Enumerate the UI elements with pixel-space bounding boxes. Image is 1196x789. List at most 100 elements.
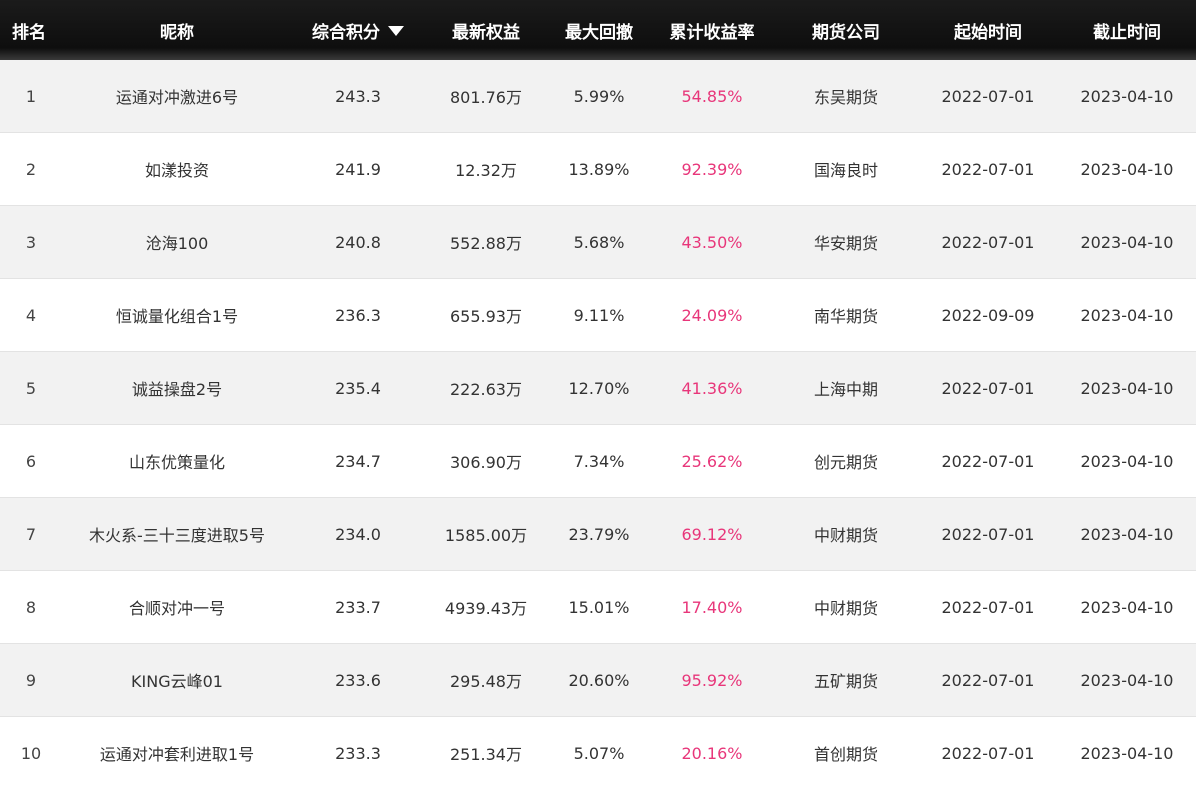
cell-equity: 222.63万 bbox=[450, 380, 522, 399]
table-row[interactable]: 9 KING云峰01 233.6 295.48万 20.60% 95.92% 五矿期货 202… bbox=[0, 644, 1196, 717]
cell-score: 233.6 bbox=[335, 670, 381, 690]
cell-return: 54.85% bbox=[681, 86, 743, 106]
cell-nickname[interactable]: 合顺对冲一号 bbox=[62, 595, 292, 619]
cell-rank: 3 bbox=[25, 232, 37, 252]
table-body: 1 运通对冲激进6号 243.3 801.76万 5.99% 54.85% 东吴期货 2022… bbox=[0, 60, 1196, 789]
cell-rank: 6 bbox=[25, 451, 37, 471]
table-row[interactable]: 5 诚益操盘2号 235.4 222.63万 12.70% 41.36% 上海中期 2022-… bbox=[0, 352, 1196, 425]
cell-score: 241.9 bbox=[335, 159, 381, 179]
cell-end-date: 2023-04-10 bbox=[1080, 451, 1174, 471]
table-header: 排名 昵称 综合积分 最新权益 最大回撤 累计收益率 期货公司 起始时间 截止时… bbox=[0, 0, 1196, 60]
cell-company: 首创期货 bbox=[813, 745, 878, 764]
cell-score: 233.3 bbox=[335, 743, 381, 763]
cell-nickname[interactable]: 运通对冲套利进取1号 bbox=[62, 741, 292, 765]
cell-company: 中财期货 bbox=[813, 599, 878, 618]
cell-drawdown: 9.11% bbox=[573, 305, 625, 325]
nickname-text[interactable]: KING云峰01 bbox=[131, 668, 223, 692]
cell-return: 69.12% bbox=[681, 524, 743, 544]
header-start[interactable]: 起始时间 bbox=[918, 18, 1058, 43]
cell-start-date: 2022-07-01 bbox=[941, 86, 1035, 106]
cell-end-date: 2023-04-10 bbox=[1080, 86, 1174, 106]
table-row[interactable]: 8 合顺对冲一号 233.7 4939.43万 15.01% 17.40% 中财期货 2022… bbox=[0, 571, 1196, 644]
nickname-text[interactable]: 山东优策量化 bbox=[129, 449, 225, 473]
cell-end-date: 2023-04-10 bbox=[1080, 305, 1174, 325]
header-score-label: 综合积分 bbox=[312, 22, 380, 43]
cell-score: 240.8 bbox=[335, 232, 381, 252]
cell-drawdown: 15.01% bbox=[568, 597, 630, 617]
cell-company: 国海良时 bbox=[813, 161, 878, 180]
cell-rank: 4 bbox=[25, 305, 37, 325]
table-row[interactable]: 10 运通对冲套利进取1号 233.3 251.34万 5.07% 20.16% 首创期货 2… bbox=[0, 717, 1196, 789]
table-row[interactable]: 2 如漾投资 241.9 12.32万 13.89% 92.39% 国海良时 2022-07-… bbox=[0, 133, 1196, 206]
cell-end-date: 2023-04-10 bbox=[1080, 524, 1174, 544]
cell-start-date: 2022-09-09 bbox=[941, 305, 1035, 325]
cell-drawdown: 20.60% bbox=[568, 670, 630, 690]
cell-equity: 1585.00万 bbox=[444, 526, 528, 545]
cell-start-date: 2022-07-01 bbox=[941, 597, 1035, 617]
table-row[interactable]: 4 恒诚量化组合1号 236.3 655.93万 9.11% 24.09% 南华期货 2022… bbox=[0, 279, 1196, 352]
cell-score: 233.7 bbox=[335, 597, 381, 617]
cell-return: 17.40% bbox=[681, 597, 743, 617]
header-nickname[interactable]: 昵称 bbox=[62, 18, 292, 43]
cell-score: 234.7 bbox=[335, 451, 381, 471]
cell-drawdown: 5.68% bbox=[573, 232, 625, 252]
cell-start-date: 2022-07-01 bbox=[941, 524, 1035, 544]
cell-nickname[interactable]: 诚益操盘2号 bbox=[62, 376, 292, 400]
nickname-text[interactable]: 诚益操盘2号 bbox=[132, 376, 222, 400]
cell-score: 235.4 bbox=[335, 378, 381, 398]
cell-rank: 7 bbox=[25, 524, 37, 544]
cell-nickname[interactable]: KING云峰01 bbox=[62, 668, 292, 692]
nickname-text[interactable]: 木火系-三十三度进取5号 bbox=[89, 522, 265, 546]
header-rank[interactable]: 排名 bbox=[0, 18, 62, 43]
nickname-text[interactable]: 合顺对冲一号 bbox=[129, 595, 225, 619]
header-drawdown[interactable]: 最大回撤 bbox=[548, 18, 650, 43]
cell-equity: 552.88万 bbox=[450, 234, 522, 253]
cell-return: 92.39% bbox=[681, 159, 743, 179]
cell-start-date: 2022-07-01 bbox=[941, 232, 1035, 252]
table-row[interactable]: 3 沧海100 240.8 552.88万 5.68% 43.50% 华安期货 2022-07… bbox=[0, 206, 1196, 279]
header-return[interactable]: 累计收益率 bbox=[650, 18, 774, 43]
cell-nickname[interactable]: 木火系-三十三度进取5号 bbox=[62, 522, 292, 546]
cell-equity: 306.90万 bbox=[450, 453, 522, 472]
cell-company: 创元期货 bbox=[813, 453, 878, 472]
cell-end-date: 2023-04-10 bbox=[1080, 232, 1174, 252]
cell-equity: 295.48万 bbox=[450, 672, 522, 691]
cell-rank: 5 bbox=[25, 378, 37, 398]
cell-return: 41.36% bbox=[681, 378, 743, 398]
header-end[interactable]: 截止时间 bbox=[1058, 18, 1196, 43]
nickname-text[interactable]: 如漾投资 bbox=[145, 157, 209, 181]
nickname-text[interactable]: 恒诚量化组合1号 bbox=[116, 303, 238, 327]
cell-rank: 8 bbox=[25, 597, 37, 617]
cell-company: 五矿期货 bbox=[813, 672, 878, 691]
cell-drawdown: 5.07% bbox=[573, 743, 625, 763]
nickname-text[interactable]: 运通对冲激进6号 bbox=[116, 84, 238, 108]
table-row[interactable]: 6 山东优策量化 234.7 306.90万 7.34% 25.62% 创元期货 2022-0… bbox=[0, 425, 1196, 498]
nickname-text[interactable]: 运通对冲套利进取1号 bbox=[100, 741, 254, 765]
cell-nickname[interactable]: 恒诚量化组合1号 bbox=[62, 303, 292, 327]
cell-rank: 10 bbox=[20, 743, 42, 763]
header-equity[interactable]: 最新权益 bbox=[424, 18, 548, 43]
nickname-text[interactable]: 沧海100 bbox=[146, 230, 209, 254]
sort-desc-icon[interactable] bbox=[388, 26, 404, 36]
header-score[interactable]: 综合积分 bbox=[292, 18, 424, 43]
cell-end-date: 2023-04-10 bbox=[1080, 159, 1174, 179]
cell-end-date: 2023-04-10 bbox=[1080, 378, 1174, 398]
cell-drawdown: 7.34% bbox=[573, 451, 625, 471]
cell-nickname[interactable]: 沧海100 bbox=[62, 230, 292, 254]
header-company[interactable]: 期货公司 bbox=[774, 18, 918, 43]
cell-nickname[interactable]: 山东优策量化 bbox=[62, 449, 292, 473]
cell-nickname[interactable]: 如漾投资 bbox=[62, 157, 292, 181]
cell-company: 华安期货 bbox=[813, 234, 878, 253]
cell-rank: 9 bbox=[25, 670, 37, 690]
cell-drawdown: 23.79% bbox=[568, 524, 630, 544]
table-row[interactable]: 7 木火系-三十三度进取5号 234.0 1585.00万 23.79% 69.12% 中财… bbox=[0, 498, 1196, 571]
table-row[interactable]: 1 运通对冲激进6号 243.3 801.76万 5.99% 54.85% 东吴期货 2022… bbox=[0, 60, 1196, 133]
cell-equity: 801.76万 bbox=[450, 88, 522, 107]
cell-start-date: 2022-07-01 bbox=[941, 159, 1035, 179]
cell-score: 243.3 bbox=[335, 86, 381, 106]
cell-nickname[interactable]: 运通对冲激进6号 bbox=[62, 84, 292, 108]
cell-start-date: 2022-07-01 bbox=[941, 451, 1035, 471]
cell-equity: 655.93万 bbox=[450, 307, 522, 326]
cell-start-date: 2022-07-01 bbox=[941, 378, 1035, 398]
cell-start-date: 2022-07-01 bbox=[941, 670, 1035, 690]
